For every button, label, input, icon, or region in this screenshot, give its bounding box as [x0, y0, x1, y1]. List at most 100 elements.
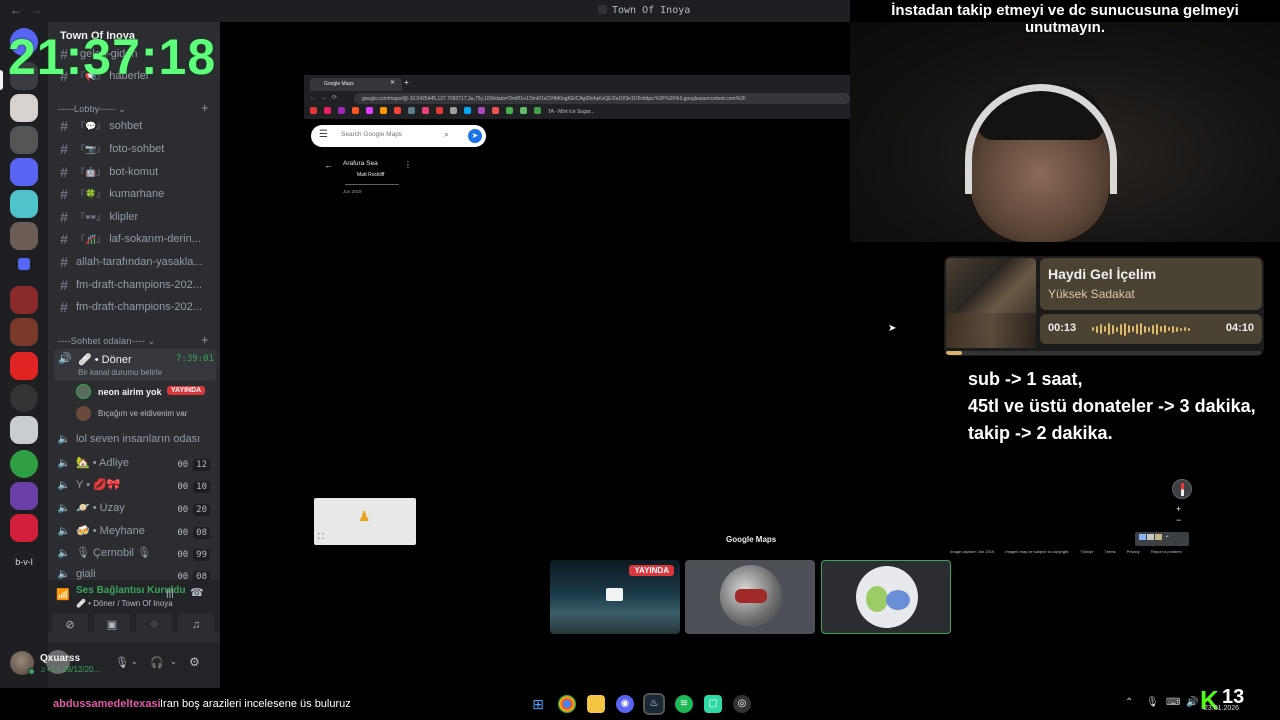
voice-channel[interactable]: 🔈 Y • 💋🎀 00 10	[56, 478, 214, 500]
menu-icon[interactable]: ☰	[319, 129, 328, 140]
voice-member[interactable]: Bıçağım ve eldivenim var	[76, 405, 216, 423]
activities-icon[interactable]: ⁘	[136, 613, 172, 637]
microphone-icon[interactable]: 🎙	[115, 656, 129, 669]
camera-off-icon[interactable]: ⊘	[52, 613, 88, 637]
channel-item[interactable]: # 『🕶』 klipler	[56, 209, 214, 231]
taskbar-date: 23.01.2026	[1204, 705, 1240, 712]
category-voice[interactable]: ----Sohbet odaları---- ⌄	[58, 336, 155, 347]
channel-item[interactable]: # 『🍀』 kumarhane	[56, 186, 214, 208]
browser-tab[interactable]: Google Maps	[310, 78, 402, 91]
server-icon[interactable]	[10, 482, 38, 510]
bookmark-label[interactable]: TA - Mint Ice Sugar...	[548, 109, 594, 115]
channel-item[interactable]: # 『🤖』 bot-komut	[56, 164, 214, 186]
compass-icon[interactable]	[1172, 479, 1192, 499]
folder-icon[interactable]	[587, 695, 605, 713]
network-icon[interactable]: ⌨	[1166, 697, 1180, 708]
progress-fill	[946, 351, 963, 355]
search-icon[interactable]: ⌕	[444, 129, 449, 140]
maps-search-box[interactable]: ☰ Search Google Maps ⌕ ➤	[311, 125, 486, 147]
server-icon[interactable]	[10, 384, 38, 412]
search-input[interactable]: Search Google Maps	[341, 131, 402, 138]
server-icon[interactable]	[10, 318, 38, 346]
discord-icon[interactable]: ◉	[616, 695, 634, 713]
category-lobby[interactable]: -----Lobby----- ⌄	[58, 104, 126, 115]
nav-buttons[interactable]: ←→⟳	[310, 94, 342, 101]
forward-arrow-icon[interactable]: →	[30, 3, 42, 17]
waveform	[1092, 322, 1210, 336]
server-icon[interactable]	[10, 286, 38, 314]
zoom-controls[interactable]: + −	[1176, 504, 1181, 526]
voice-member[interactable]: neon airim yok YAYINDA	[76, 383, 216, 401]
chrome-icon[interactable]	[558, 695, 576, 713]
channel-item[interactable]: # 『🎢』 laf-sokarım-derin...	[56, 231, 214, 253]
participant-tile[interactable]	[685, 560, 815, 634]
noise-suppression-icon[interactable]: |||	[166, 588, 174, 599]
selected-server-pill	[0, 70, 3, 90]
bookmark-icon	[422, 107, 429, 114]
server-icon[interactable]	[10, 158, 38, 186]
chevron-up-icon[interactable]: ⌃	[1125, 697, 1133, 708]
obs-icon[interactable]: ◎	[733, 695, 751, 713]
channel-status-hint[interactable]: Bir kanal durumu belirle	[78, 368, 162, 377]
screen-share-icon[interactable]: ▣	[94, 613, 130, 637]
participant-tile-speaking[interactable]	[821, 560, 951, 634]
channel-item[interactable]: # allah-tarafından-yasakla...	[56, 254, 214, 276]
server-icon[interactable]	[10, 514, 38, 542]
waveform-bar	[1100, 324, 1102, 334]
server-icon[interactable]	[10, 450, 38, 478]
voice-channel[interactable]: 🔈 lol seven insanların odası	[56, 433, 214, 455]
disconnect-icon[interactable]: ☎	[190, 586, 204, 599]
username[interactable]: Qxuarss	[40, 653, 80, 664]
new-tab-icon[interactable]: +	[404, 78, 409, 87]
active-voice-channel[interactable]: 🔊 🩹 • Döner 7:39:01 Bir kanal durumu bel…	[54, 349, 216, 381]
server-icon[interactable]	[10, 222, 38, 250]
bookmark-icon	[366, 107, 373, 114]
server-icon[interactable]	[10, 190, 38, 218]
server-icon[interactable]	[10, 352, 38, 380]
more-options-icon[interactable]: ⋮	[404, 160, 412, 169]
waveform-bar	[1168, 327, 1170, 331]
folder-icon[interactable]	[18, 258, 30, 270]
address-bar[interactable]: google.com/maps/@-10.0425445,137.7083717…	[354, 93, 850, 104]
voice-channel[interactable]: 🔈 🪐 • Uzay 00 20	[56, 501, 214, 523]
now-playing-widget: Haydi Gel İçelim Yüksek Sadakat 00:13 04…	[944, 256, 1264, 356]
volume-icon[interactable]: 🔊	[1186, 697, 1198, 708]
voice-location[interactable]: 🩹 • Döner / Town Of Inoya	[76, 599, 173, 608]
chevron-down-icon[interactable]: ⌄	[131, 657, 138, 666]
street-view-thumbnail[interactable]: ♟ ⛶	[314, 498, 416, 545]
channel-item[interactable]: # fm-draft-champions-202...	[56, 277, 214, 299]
server-icon[interactable]	[10, 126, 38, 154]
stream-tile[interactable]: YAYINDA	[550, 560, 680, 634]
song-artist: Yüksek Sadakat	[1048, 287, 1135, 301]
add-channel-icon[interactable]: +	[201, 100, 209, 115]
place-author[interactable]: Matt Rockliff	[357, 172, 384, 178]
expand-icon[interactable]: ⛶	[318, 532, 324, 542]
back-arrow-icon[interactable]: ←	[10, 3, 22, 17]
layers-switcher[interactable]: ⌃	[1135, 532, 1189, 546]
chevron-down-icon[interactable]: ⌄	[170, 657, 177, 666]
channel-item[interactable]: # fm-draft-champions-202...	[56, 299, 214, 321]
server-icon[interactable]	[10, 416, 38, 444]
voice-channel[interactable]: 🔈 🏡 • Adliye 00 12	[56, 456, 214, 478]
app-icon[interactable]: ▢	[704, 695, 722, 713]
windows-start-icon[interactable]: ⊞	[529, 695, 547, 713]
channel-item[interactable]: # 『📷』 foto-sohbet	[56, 141, 214, 163]
steam-icon[interactable]: ♨	[643, 693, 665, 715]
soundboard-icon[interactable]: ♫	[178, 613, 214, 637]
voice-channel[interactable]: 🔈 🎙 Çernobil 🎙 00 99	[56, 546, 214, 568]
server-icon[interactable]	[10, 94, 38, 122]
headphones-icon[interactable]: 🎧	[150, 656, 164, 669]
add-channel-icon[interactable]: +	[201, 332, 209, 347]
waveform-bar	[1160, 326, 1162, 332]
microphone-icon[interactable]: 🎙	[1146, 697, 1159, 708]
spotify-icon[interactable]: ≋	[675, 695, 693, 713]
gear-icon[interactable]: ⚙	[189, 655, 200, 669]
browser-chrome: Google Maps ✕ + ←→⟳ google.com/maps/@-10…	[304, 75, 850, 119]
close-icon[interactable]: ✕	[390, 79, 395, 86]
server-icon[interactable]: b-v-l	[10, 548, 38, 576]
signal-icon[interactable]: 📶	[56, 588, 70, 601]
voice-channel[interactable]: 🔈 🍻 • Meyhane 00 08	[56, 524, 214, 546]
back-arrow-icon[interactable]: ←	[324, 160, 333, 170]
directions-icon[interactable]: ➤	[468, 129, 482, 143]
channel-item[interactable]: # 『💬』 sohbet	[56, 118, 214, 140]
